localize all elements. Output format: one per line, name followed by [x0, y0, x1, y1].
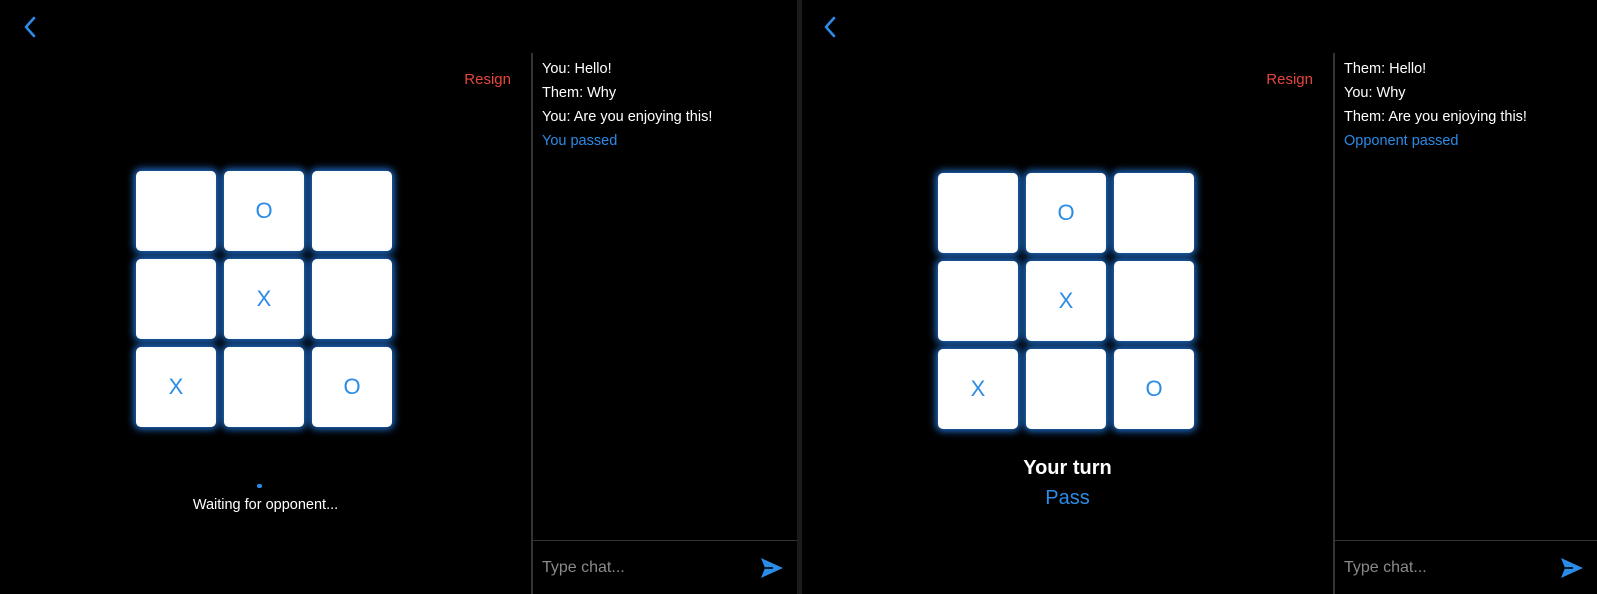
- game-area: Resign O X X O Your turn Pass: [802, 53, 1333, 594]
- chat-message: Them: Why: [542, 85, 617, 101]
- chat-input-bar: [1335, 540, 1597, 594]
- board-cell[interactable]: X: [224, 259, 304, 339]
- send-button[interactable]: [755, 553, 789, 583]
- chat-message: You: Hello!: [542, 61, 612, 77]
- board-cell[interactable]: X: [938, 349, 1018, 429]
- left-game-panel: Resign O X X O Waiting for opponent... Y…: [0, 0, 797, 594]
- chat-message: Them: Are you enjoying this!: [1344, 109, 1527, 125]
- waiting-status: Waiting for opponent...: [192, 497, 339, 513]
- board-cell[interactable]: [312, 171, 392, 251]
- board-cell[interactable]: [136, 259, 216, 339]
- board-cell[interactable]: O: [1114, 349, 1194, 429]
- loading-spinner: [257, 484, 262, 488]
- chat-message: Them: Hello!: [1344, 61, 1427, 77]
- board-cell[interactable]: [1114, 261, 1194, 341]
- back-button[interactable]: [818, 14, 844, 40]
- chat-panel: Them: Hello! You: Why Them: Are you enjo…: [1333, 53, 1597, 594]
- right-game-panel: Resign O X X O Your turn Pass Them: Hell…: [802, 0, 1597, 594]
- board-cell[interactable]: [224, 347, 304, 427]
- game-area: Resign O X X O Waiting for opponent...: [0, 53, 531, 594]
- send-button[interactable]: [1555, 553, 1589, 583]
- chevron-left-icon: [24, 16, 36, 38]
- chat-panel: You: Hello! Them: Why You: Are you enjoy…: [531, 53, 797, 594]
- chat-input[interactable]: [533, 557, 755, 578]
- chat-messages: You: Hello! Them: Why You: Are you enjoy…: [533, 53, 797, 153]
- board-cell[interactable]: O: [1026, 173, 1106, 253]
- send-icon: [761, 557, 783, 578]
- board-cell[interactable]: [1114, 173, 1194, 253]
- back-button[interactable]: [18, 14, 44, 40]
- board-cell[interactable]: [312, 259, 392, 339]
- board-cell[interactable]: O: [312, 347, 392, 427]
- board-cell[interactable]: [136, 171, 216, 251]
- chat-input[interactable]: [1335, 557, 1555, 578]
- board-cell[interactable]: [938, 261, 1018, 341]
- tic-tac-toe-board: O X X O: [136, 171, 392, 427]
- tic-tac-toe-board: O X X O: [938, 173, 1194, 429]
- board-cell[interactable]: X: [1026, 261, 1106, 341]
- board-cell[interactable]: X: [136, 347, 216, 427]
- chevron-left-icon: [824, 16, 836, 38]
- system-message: Opponent passed: [1344, 133, 1459, 149]
- resign-button[interactable]: Resign: [1266, 71, 1313, 88]
- turn-status: Your turn: [1023, 457, 1112, 479]
- board-cell[interactable]: O: [224, 171, 304, 251]
- board-cell[interactable]: [1026, 349, 1106, 429]
- pass-button[interactable]: Pass: [802, 487, 1333, 510]
- system-message: You passed: [542, 133, 618, 149]
- send-icon: [1561, 557, 1583, 578]
- board-cell[interactable]: [938, 173, 1018, 253]
- chat-messages: Them: Hello! You: Why Them: Are you enjo…: [1335, 53, 1597, 153]
- chat-input-bar: [533, 540, 797, 594]
- chat-message: You: Why: [1344, 85, 1406, 101]
- chat-message: You: Are you enjoying this!: [542, 109, 713, 125]
- resign-button[interactable]: Resign: [464, 71, 511, 88]
